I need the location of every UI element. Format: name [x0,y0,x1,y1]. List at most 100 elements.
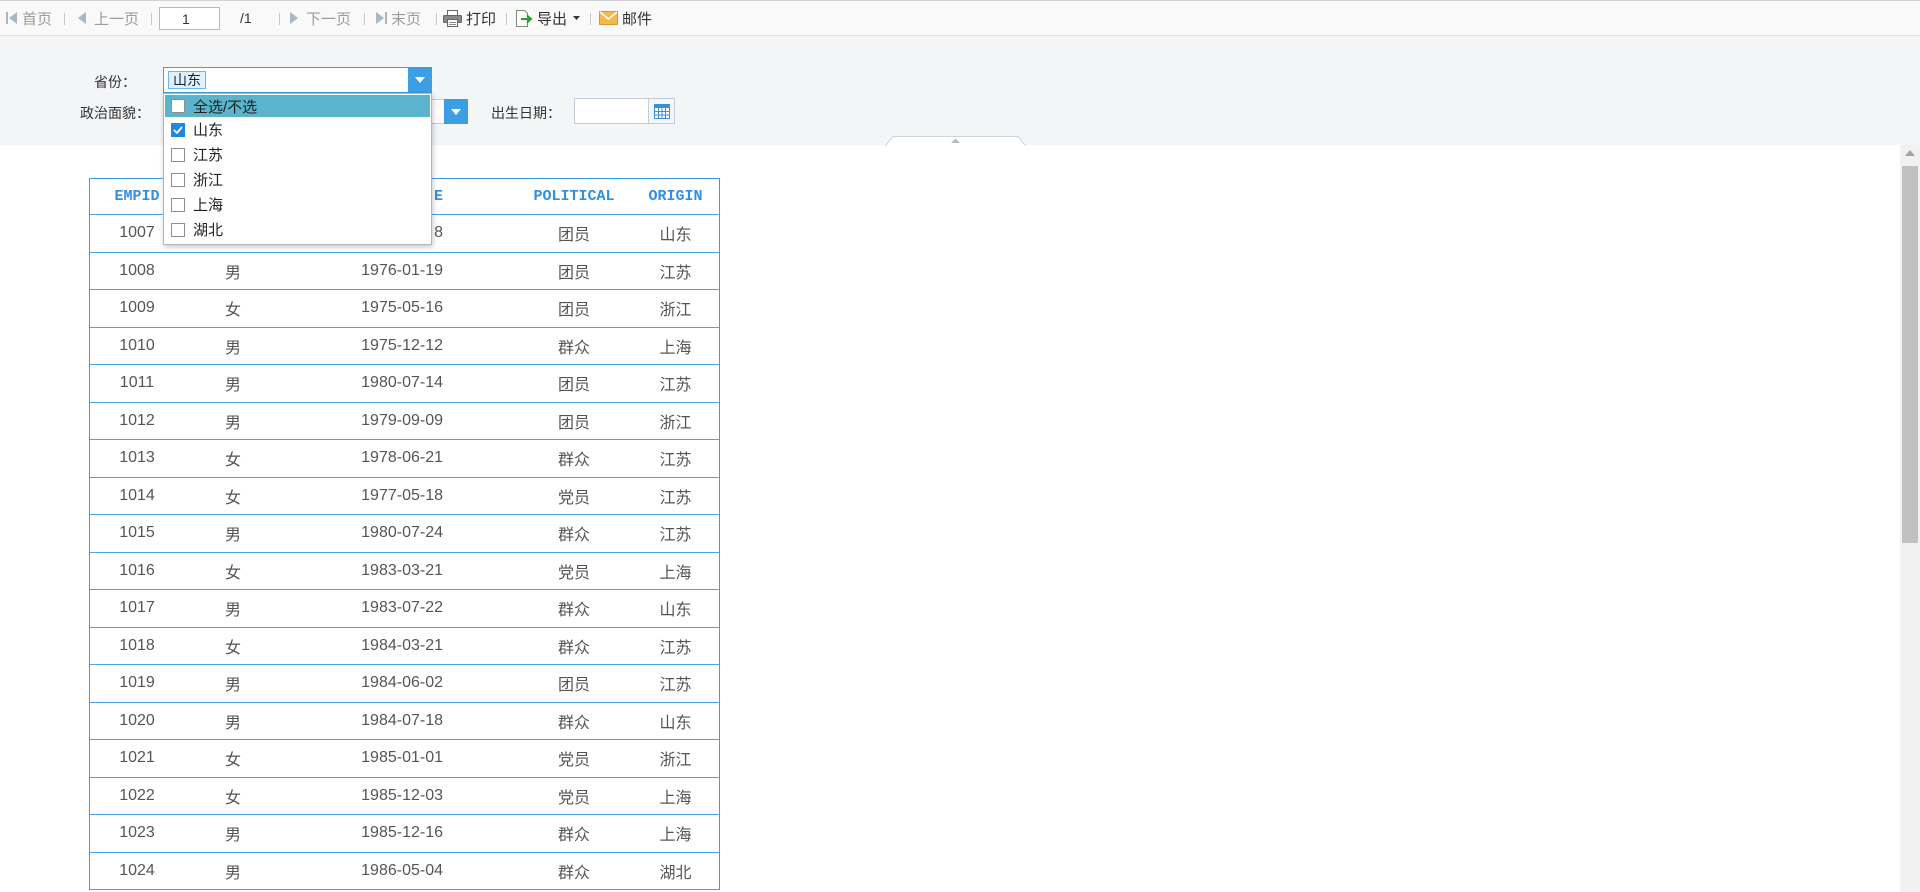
last-page-button[interactable]: 末页 [375,1,421,35]
cell-origin: 山东 [659,602,692,620]
data-table: EMPID E POLITICAL ORIGIN 1007 8 团员 山东 1008 男 1976… [89,178,720,890]
province-option-label: 全选/不选 [193,98,258,116]
cell-date: 1985-12-16 [361,824,443,842]
print-button[interactable]: 打印 [443,1,496,35]
cell-origin: 江苏 [659,264,692,282]
checkbox[interactable] [171,222,185,237]
province-option[interactable]: 上海 [164,192,431,217]
checkbox-checked[interactable] [171,122,185,137]
prev-page-button[interactable]: 上一页 [77,1,139,35]
cell-date: 1984-06-02 [361,674,443,692]
table-row: 1018 女 1984-03-21 群众 江苏 [90,628,719,665]
cell-origin: 江苏 [659,677,692,695]
cell-political: 群众 [557,452,590,470]
table-row: 1010 男 1975-12-12 群众 上海 [90,328,719,365]
province-option[interactable]: 江苏 [164,142,431,167]
political-label: 政治面貌： [80,105,150,121]
mail-button[interactable]: 邮件 [599,1,652,35]
cell-date: 1984-07-18 [361,711,443,729]
cell-sex: 女 [224,452,241,470]
print-label: 打印 [466,10,497,28]
cell-date: 1985-12-03 [361,786,443,804]
province-option-label: 浙江 [193,172,224,189]
birth-date-label: 出生日期： [491,105,561,121]
selected-tag[interactable]: 山东 [168,71,206,89]
printer-icon [443,9,462,27]
checkbox[interactable] [171,99,185,113]
vertical-scrollbar[interactable] [1900,145,1920,892]
export-label: 导出 [537,10,568,28]
last-page-icon [376,12,387,24]
cell-date: 1975-12-12 [361,336,443,354]
cell-origin: 上海 [659,564,692,582]
province-option[interactable]: 山东 [164,117,431,142]
table-row: 1020 男 1984-07-18 群众 山东 [90,703,719,740]
table-row: 1009 女 1975-05-16 团员 浙江 [90,290,719,328]
cell-political: 群众 [557,827,590,845]
cell-origin: 江苏 [659,639,692,657]
chevron-down-icon [415,77,425,83]
cell-origin: 上海 [659,339,692,357]
page-number-input[interactable] [159,7,220,30]
export-button[interactable]: 导出 [514,1,584,35]
political-dropdown-button[interactable] [444,99,468,124]
checkbox[interactable] [171,197,185,212]
export-icon [516,9,533,27]
checkbox[interactable] [171,172,185,187]
cell-political: 群众 [557,602,590,620]
cell-empid: 1015 [119,524,155,542]
cell-empid: 1021 [119,749,155,767]
cell-date: 1979-09-09 [361,411,443,429]
table-row: 1022 女 1985-12-03 党员 上海 [90,778,719,815]
table-row: 1017 男 1983-07-22 群众 山东 [90,590,719,628]
cell-sex: 女 [224,789,241,807]
date-picker-button[interactable] [648,99,674,123]
cell-sex: 女 [224,752,241,770]
checkbox[interactable] [171,147,185,162]
scrollbar-thumb[interactable] [1902,166,1918,543]
chevron-down-icon [451,108,461,115]
cell-political: 群众 [557,639,590,657]
cell-date: 1983-03-21 [361,561,443,579]
chevron-down-icon[interactable] [573,16,581,20]
cell-date: 1986-05-04 [361,861,443,879]
cell-empid: 1020 [119,711,155,729]
cell-empid: 1016 [119,561,155,579]
province-option[interactable]: 湖北 [164,217,431,242]
cell-date: 1983-07-22 [361,599,443,617]
cell-sex: 女 [224,639,241,657]
cell-date: 1985-01-01 [361,749,443,767]
toolbar-separator [364,13,365,25]
province-combobox[interactable]: 山东 [163,67,432,93]
cell-political: 群众 [557,527,590,545]
report-toolbar: 首页 上一页 /1 下一页 末页 打印 [0,0,1920,36]
cell-origin: 上海 [659,789,692,807]
page-total: /1 [240,10,252,26]
first-page-button[interactable]: 首页 [6,1,52,35]
cell-sex: 男 [224,527,241,545]
cell-empid: 1014 [119,486,155,504]
next-page-button[interactable]: 下一页 [289,1,351,35]
birth-date-field[interactable] [574,98,675,124]
cell-political: 团员 [557,677,590,695]
cell-sex: 男 [224,602,241,620]
cell-political: 团员 [557,302,590,320]
cell-origin: 江苏 [659,452,692,470]
province-option[interactable]: 全选/不选 [165,95,430,117]
province-option[interactable]: 浙江 [164,167,431,192]
scroll-up-arrow-icon[interactable] [1905,150,1915,156]
cell-sex: 女 [224,564,241,582]
cell-political: 党员 [557,564,590,582]
toolbar-separator [506,13,507,25]
cell-political: 群众 [557,714,590,732]
cell-sex: 女 [224,302,241,320]
cell-sex: 男 [224,827,241,845]
cell-date: 1976-01-19 [361,261,443,279]
table-row: 1008 男 1976-01-19 团员 江苏 [90,253,719,290]
collapse-panel-handle[interactable] [885,136,1026,146]
table-body: 1007 8 团员 山东 1008 男 1976-01-19 团员 江苏 1009 女 1975-05… [90,215,719,890]
table-row: 1015 男 1980-07-24 群众 江苏 [90,515,719,553]
cell-empid: 1010 [119,336,155,354]
cell-empid: 1023 [119,824,155,842]
province-dropdown-button[interactable] [408,67,432,93]
